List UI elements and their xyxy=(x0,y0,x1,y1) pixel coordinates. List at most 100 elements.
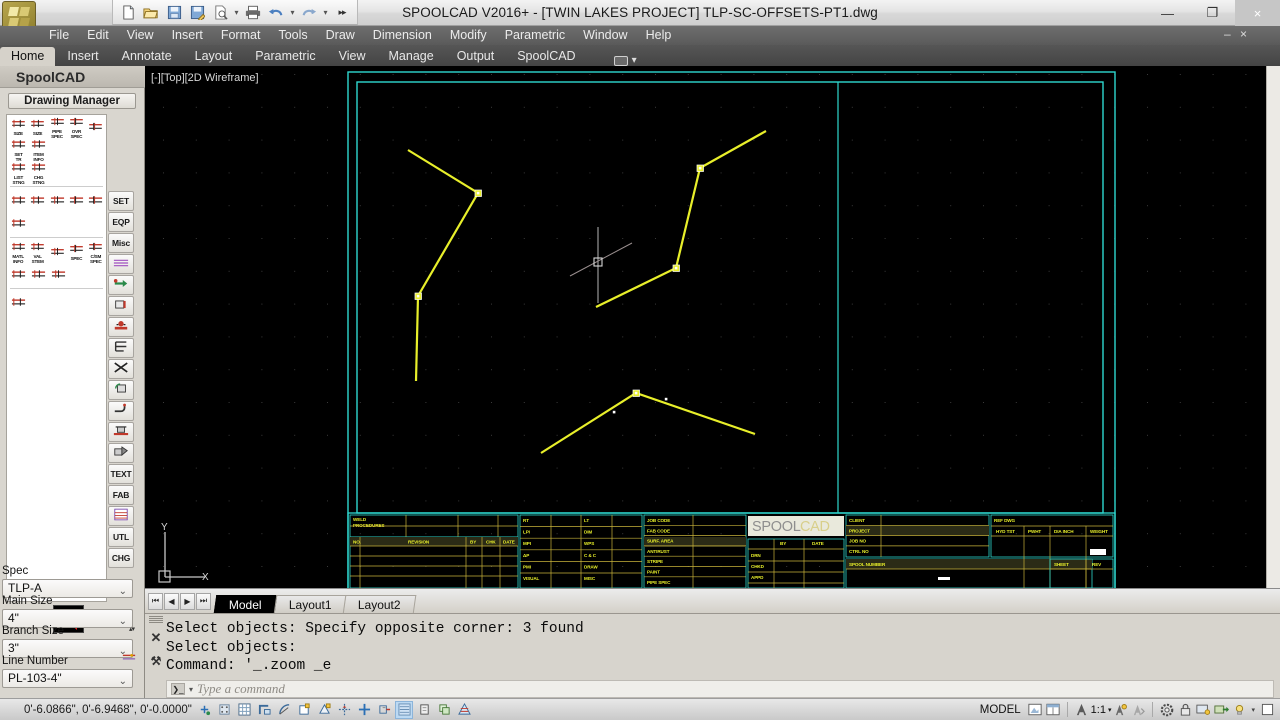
command-prompt-icon[interactable]: ❯_ xyxy=(171,683,185,695)
transparency-icon[interactable] xyxy=(415,701,433,719)
menu-item-dimension[interactable]: Dimension xyxy=(364,26,441,45)
route-tool[interactable] xyxy=(9,293,28,313)
sheet-button[interactable] xyxy=(108,506,134,526)
menu-minimize-button[interactable]: – xyxy=(1221,27,1234,41)
model-space-icon[interactable] xyxy=(1026,701,1044,719)
toggle-options-tool[interactable] xyxy=(49,265,68,285)
offset-run-3[interactable] xyxy=(540,391,756,454)
offset-run-2[interactable] xyxy=(595,130,767,308)
plot-preview-icon[interactable] xyxy=(209,2,231,23)
canvas-vertical-scrollbar[interactable] xyxy=(1266,66,1280,588)
layout-tab-layout1[interactable]: Layout1 xyxy=(273,594,347,614)
slope-tool[interactable] xyxy=(48,242,66,262)
command-line-grip[interactable] xyxy=(149,616,163,624)
chevron-down-icon[interactable]: ⌄ xyxy=(119,613,127,630)
qat-chevron-1[interactable]: ▾ xyxy=(232,8,241,17)
qat-chevron-2[interactable]: ▾ xyxy=(288,8,297,17)
ribbon-tab-layout[interactable]: Layout xyxy=(184,47,244,66)
ribbon-tab-annotate[interactable]: Annotate xyxy=(111,47,183,66)
ortho-mode-icon[interactable] xyxy=(255,701,273,719)
pipe-geometry[interactable] xyxy=(407,130,767,454)
menu-item-draw[interactable]: Draw xyxy=(317,26,364,45)
text-button[interactable]: TEXT xyxy=(108,464,134,484)
line-style-button[interactable] xyxy=(108,254,134,274)
selection-cycling-icon[interactable] xyxy=(435,701,453,719)
polar-tracking-icon[interactable] xyxy=(275,701,293,719)
insert-support-tool[interactable] xyxy=(9,214,28,234)
command-input[interactable]: ❯_ ▾ Type a command xyxy=(166,680,1274,698)
rotate-view-button[interactable] xyxy=(108,380,134,400)
redo-icon[interactable] xyxy=(298,2,320,23)
line-number-select[interactable]: PL-103-4" ⌄ xyxy=(2,669,133,688)
set-transition-tool[interactable]: SET TR xyxy=(9,140,28,162)
utility-button[interactable]: UTL xyxy=(108,527,134,547)
menu-item-parametric[interactable]: Parametric xyxy=(496,26,574,45)
ribbon-tab-insert[interactable]: Insert xyxy=(56,47,109,66)
menu-item-insert[interactable]: Insert xyxy=(163,26,212,45)
layout-tab-layout2[interactable]: Layout2 xyxy=(343,594,417,614)
hardware-accel-icon[interactable] xyxy=(1194,701,1212,719)
support-button[interactable] xyxy=(108,338,134,358)
item-info-tool[interactable]: ITEM INFO xyxy=(29,140,48,162)
pipe-run-tool[interactable] xyxy=(9,265,28,285)
set-button[interactable]: SET xyxy=(108,191,134,211)
trim-end-button[interactable] xyxy=(108,296,134,316)
dynamic-input-icon[interactable] xyxy=(375,701,393,719)
ribbon-tab-view[interactable]: View xyxy=(328,47,377,66)
set-tee-tool[interactable] xyxy=(87,117,105,137)
grid-display-icon[interactable] xyxy=(235,701,253,719)
layout-tab-model[interactable]: Model xyxy=(213,594,278,614)
object-snap-icon[interactable] xyxy=(295,701,313,719)
ribbon-tab-home[interactable]: Home xyxy=(0,47,56,66)
elbow-button[interactable] xyxy=(108,401,134,421)
press-fit-button[interactable] xyxy=(108,443,134,463)
lock-toolbar-icon[interactable] xyxy=(1176,701,1194,719)
menu-item-window[interactable]: Window xyxy=(574,26,636,45)
new-file-icon[interactable] xyxy=(117,2,139,23)
drawing-canvas[interactable]: [-][Top][2D Wireframe] Y X WELD PROCEDURES N… xyxy=(145,66,1280,588)
selection-grips[interactable] xyxy=(414,164,704,414)
object-snap-tracking-icon[interactable] xyxy=(335,701,353,719)
insert-reducer-tool[interactable] xyxy=(67,191,85,211)
change-button[interactable]: CHG xyxy=(108,548,134,568)
weld-button[interactable] xyxy=(108,317,134,337)
change-settings-tool[interactable]: CHG STNG xyxy=(29,163,48,185)
cross-connect-button[interactable] xyxy=(108,359,134,379)
custom-spec-tool[interactable]: C/SM SPEC xyxy=(87,242,105,264)
layout-space-icon[interactable] xyxy=(1044,701,1062,719)
branch-size-tool[interactable]: SIZE xyxy=(28,117,46,137)
restore-button[interactable]: ❐ xyxy=(1190,0,1235,26)
dynamic-ucs-icon[interactable] xyxy=(355,701,373,719)
move-pipe-button[interactable] xyxy=(108,275,134,295)
auto-scale-icon[interactable] xyxy=(1129,701,1147,719)
menu-item-view[interactable]: View xyxy=(118,26,163,45)
base-support-button[interactable] xyxy=(108,422,134,442)
menu-item-format[interactable]: Format xyxy=(212,26,270,45)
snap-mode-icon[interactable] xyxy=(215,701,233,719)
list-settings-tool[interactable]: LIST STNG xyxy=(9,163,28,185)
isolate-objects-icon[interactable] xyxy=(1212,701,1230,719)
print-icon[interactable] xyxy=(242,2,264,23)
main-size-tool[interactable]: SIZE xyxy=(9,117,27,137)
ribbon-display-options[interactable]: ▾ xyxy=(613,55,637,66)
menu-item-edit[interactable]: Edit xyxy=(78,26,118,45)
menu-item-help[interactable]: Help xyxy=(637,26,681,45)
branch-size-spinner[interactable]: ▴▾ xyxy=(129,625,135,633)
spec-check-tool[interactable]: SPEC xyxy=(67,242,85,262)
qat-chevron-3[interactable]: ▾ xyxy=(321,8,330,17)
equipment-button[interactable]: EQP xyxy=(108,212,134,232)
insert-fitting-tool[interactable] xyxy=(9,191,27,211)
annotation-visibility-icon[interactable] xyxy=(1111,701,1129,719)
close-button[interactable]: × xyxy=(1235,0,1280,26)
insert-valve-tool[interactable] xyxy=(28,191,46,211)
ribbon-tab-spoolcad[interactable]: SpoolCAD xyxy=(506,47,586,66)
save-icon[interactable] xyxy=(163,2,185,23)
open-folder-icon[interactable] xyxy=(140,2,162,23)
infer-constraints-icon[interactable] xyxy=(195,701,213,719)
ribbon-tab-manage[interactable]: Manage xyxy=(378,47,445,66)
model-space-label[interactable]: MODEL xyxy=(975,704,1026,716)
title-block[interactable]: WELDPROCEDURESNO. REVISION BY CHK DATERT LTLP… xyxy=(347,512,1116,588)
status-overflow-chevron-icon[interactable]: ▾ xyxy=(1248,706,1258,714)
3d-object-snap-icon[interactable] xyxy=(315,701,333,719)
undo-icon[interactable] xyxy=(265,2,287,23)
